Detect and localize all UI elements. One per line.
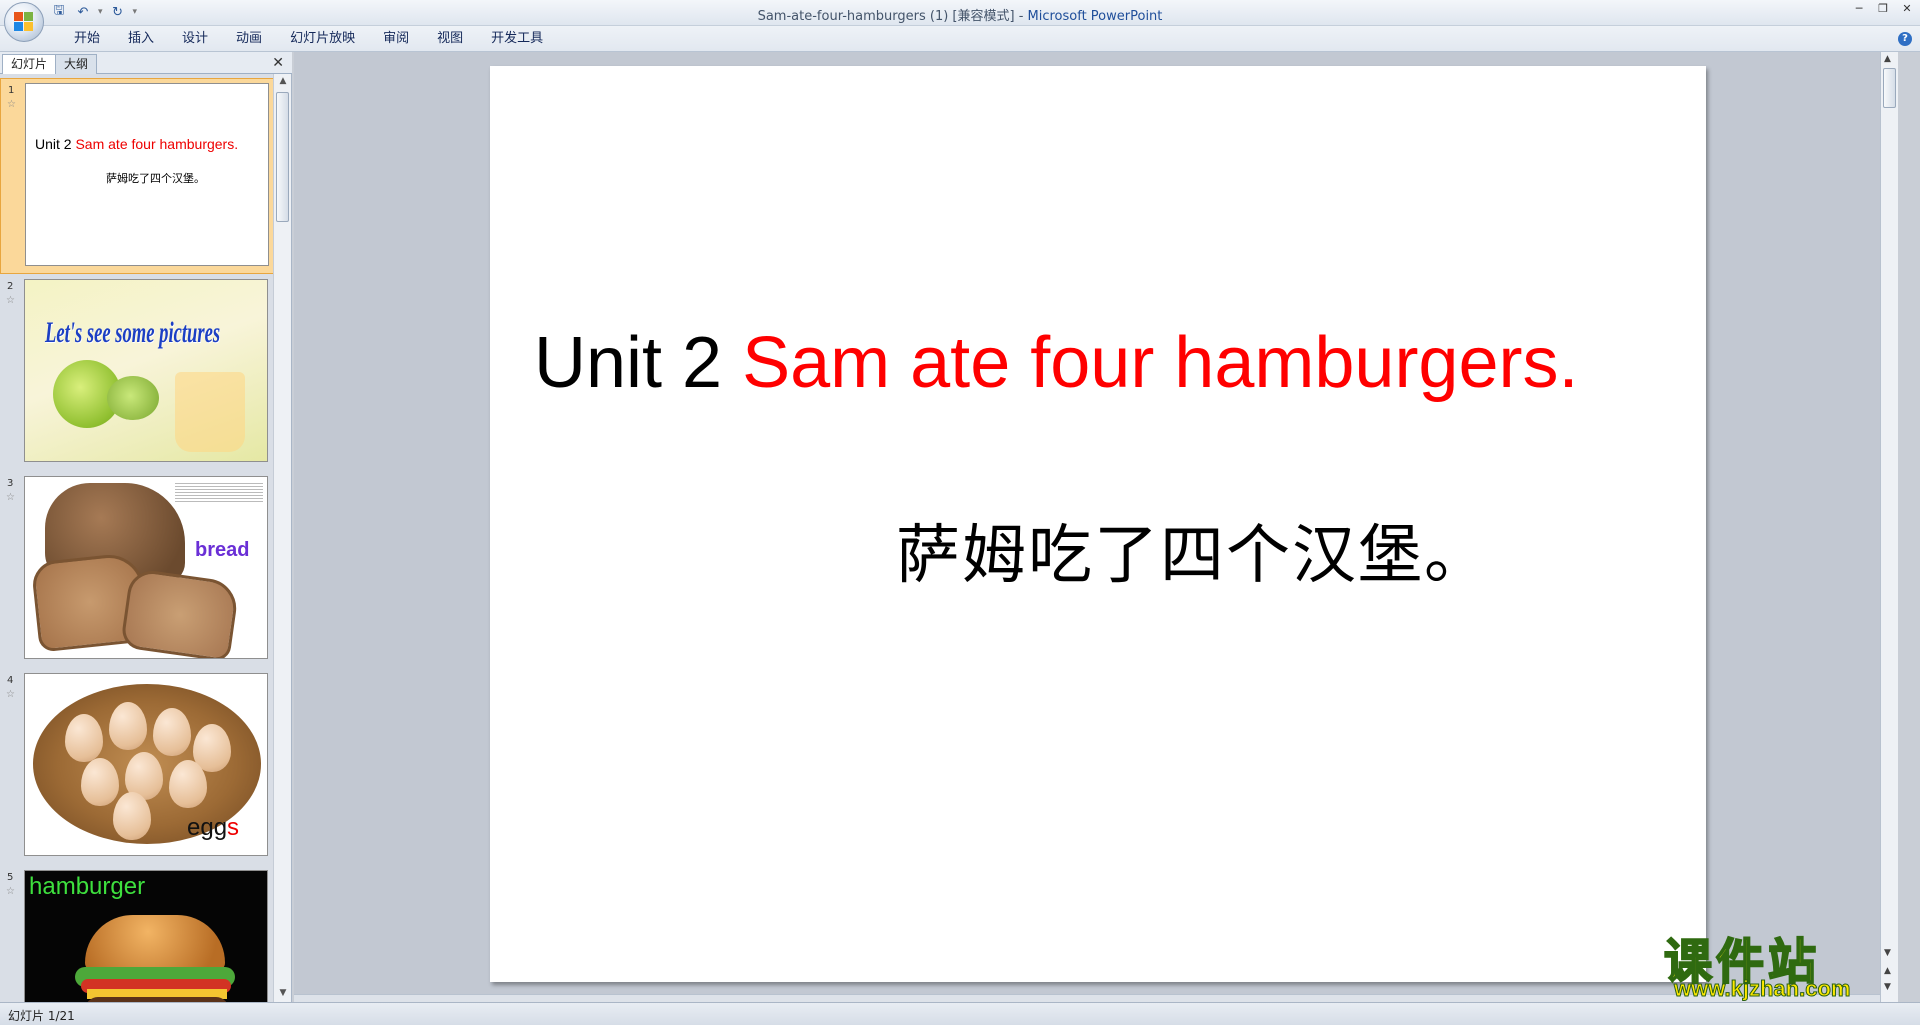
thumbnail-title-black: Unit 2 <box>35 136 76 152</box>
thumbnail-list: 1 ☆ Unit 2 Sam ate four hamburgers. 萨姆吃了… <box>0 74 274 1002</box>
slides-panel: 幻灯片 大纲 ✕ 1 ☆ Unit 2 Sam ate four hamburg… <box>0 52 292 1002</box>
animation-star-icon: ☆ <box>6 492 15 503</box>
slide-editor: Unit 2 Sam ate four hamburgers. 萨姆吃了四个汉堡… <box>294 52 1898 1002</box>
office-logo-icon <box>14 12 34 32</box>
tab-insert[interactable]: 插入 <box>114 31 168 47</box>
title-bar: 🖫 ↶ ▾ ↻ ▾ Sam-ate-four-hamburgers (1) [兼… <box>0 0 1920 42</box>
tab-developer[interactable]: 开发工具 <box>477 31 557 47</box>
slide-number: 2 <box>7 281 14 292</box>
thumbnail-title-red: Sam ate four hamburgers. <box>75 136 239 152</box>
slide-subtitle[interactable]: 萨姆吃了四个汉堡。 <box>896 504 1490 596</box>
scroll-down-icon[interactable]: ▼ <box>277 988 289 1000</box>
egg-image <box>153 708 191 756</box>
animation-star-icon: ☆ <box>6 689 15 700</box>
slide-title-black: Unit 2 <box>534 323 743 403</box>
tab-view[interactable]: 视图 <box>423 31 477 47</box>
window-title: Sam-ate-four-hamburgers (1) [兼容模式] - Mic… <box>0 5 1920 24</box>
ribbon: 开始 插入 设计 动画 幻灯片放映 审阅 视图 开发工具 ? <box>0 26 1920 52</box>
slide-thumbnail-3[interactable]: 3 ☆ bread <box>0 472 274 668</box>
slide-thumbnail-2[interactable]: 2 ☆ Let's see some pictures <box>0 275 274 471</box>
thumbnail-word: bread <box>195 539 250 561</box>
watermark-logo: 课件站 www.kjzhan.com <box>1663 922 1896 1004</box>
thumbnail-preview: Let's see some pictures <box>24 279 268 462</box>
bread-slice-image <box>119 567 241 658</box>
status-bar: 幻灯片 1/21 <box>0 1002 1920 1025</box>
thumbnail-word-red: s <box>227 814 240 841</box>
slide-thumbnail-5[interactable]: 5 ☆ hamburger <box>0 866 274 1002</box>
egg-image <box>81 758 119 806</box>
animation-star-icon: ☆ <box>6 886 15 897</box>
window-controls: ─ ❐ ✕ <box>1852 2 1914 15</box>
help-icon[interactable]: ? <box>1898 32 1912 46</box>
thumbnail-title: Unit 2 Sam ate four hamburgers. <box>35 136 238 152</box>
tab-slides[interactable]: 幻灯片 <box>2 54 57 74</box>
slide-number: 3 <box>7 478 14 489</box>
slide-number: 1 <box>8 85 15 96</box>
animation-star-icon: ☆ <box>7 99 16 110</box>
tab-animations[interactable]: 动画 <box>222 31 276 47</box>
panel-tabs: 幻灯片 大纲 ✕ <box>0 52 292 74</box>
tab-slideshow[interactable]: 幻灯片放映 <box>276 31 369 47</box>
document-title: Sam-ate-four-hamburgers (1) [兼容模式] - <box>757 9 1028 24</box>
thumbnail-word: hamburger <box>29 873 146 900</box>
animation-star-icon: ☆ <box>6 295 15 306</box>
scroll-up-icon[interactable]: ▲ <box>1884 54 1891 64</box>
tab-home[interactable]: 开始 <box>60 31 114 47</box>
tiny-text-block <box>175 481 263 503</box>
thumbnail-preview: eggs <box>24 673 268 856</box>
tab-review[interactable]: 审阅 <box>369 31 423 47</box>
slide-title[interactable]: Unit 2 Sam ate four hamburgers. <box>534 322 1579 404</box>
slide-number: 5 <box>7 872 14 883</box>
tab-outline[interactable]: 大纲 <box>55 54 98 74</box>
egg-image <box>113 792 151 840</box>
thumbnail-wordart: Let's see some pictures <box>45 316 221 349</box>
watermark-url: www.kjzhan.com <box>1673 976 1851 1002</box>
slide-indicator: 幻灯片 1/21 <box>8 1009 75 1023</box>
hamburger-bun-image <box>85 915 225 971</box>
close-panel-icon[interactable]: ✕ <box>272 55 284 71</box>
ribbon-tabs: 开始 插入 设计 动画 幻灯片放映 审阅 视图 开发工具 <box>60 31 557 47</box>
scroll-up-icon[interactable]: ▲ <box>277 76 289 88</box>
egg-image <box>109 702 147 750</box>
lime-slice-image <box>107 376 159 420</box>
editor-scrollbar[interactable]: ▲ ▼ ▲ ▼ <box>1880 52 1898 1002</box>
editor-bottom-edge <box>294 994 1880 1002</box>
thumbnail-preview: bread <box>24 476 268 659</box>
close-icon[interactable]: ✕ <box>1900 2 1914 15</box>
tab-design[interactable]: 设计 <box>168 31 222 47</box>
thumbnail-word-black: egg <box>187 814 228 841</box>
thumbnail-scrollbar[interactable]: ▲ ▼ <box>273 74 291 1002</box>
thumbnail-preview: hamburger <box>24 870 268 1002</box>
egg-image <box>169 760 207 808</box>
thumbnail-word: eggs <box>187 814 239 842</box>
minimize-icon[interactable]: ─ <box>1852 2 1866 15</box>
thumbnail-subtitle: 萨姆吃了四个汉堡。 <box>106 172 205 185</box>
slide-number: 4 <box>7 675 14 686</box>
app-name: Microsoft PowerPoint <box>1027 9 1163 24</box>
slide-canvas[interactable]: Unit 2 Sam ate four hamburgers. 萨姆吃了四个汉堡… <box>490 66 1706 982</box>
thumbnail-preview: Unit 2 Sam ate four hamburgers. 萨姆吃了四个汉堡… <box>25 83 269 266</box>
office-button[interactable] <box>4 2 44 42</box>
restore-icon[interactable]: ❐ <box>1876 2 1890 15</box>
scrollbar-thumb[interactable] <box>276 92 289 222</box>
scrollbar-thumb[interactable] <box>1883 68 1896 108</box>
drink-glass-image <box>175 372 245 452</box>
egg-image <box>65 714 103 762</box>
slide-thumbnail-4[interactable]: 4 ☆ eggs <box>0 669 274 865</box>
slide-thumbnail-1[interactable]: 1 ☆ Unit 2 Sam ate four hamburgers. 萨姆吃了… <box>0 78 274 274</box>
slide-title-red: Sam ate four hamburgers. <box>742 323 1579 403</box>
